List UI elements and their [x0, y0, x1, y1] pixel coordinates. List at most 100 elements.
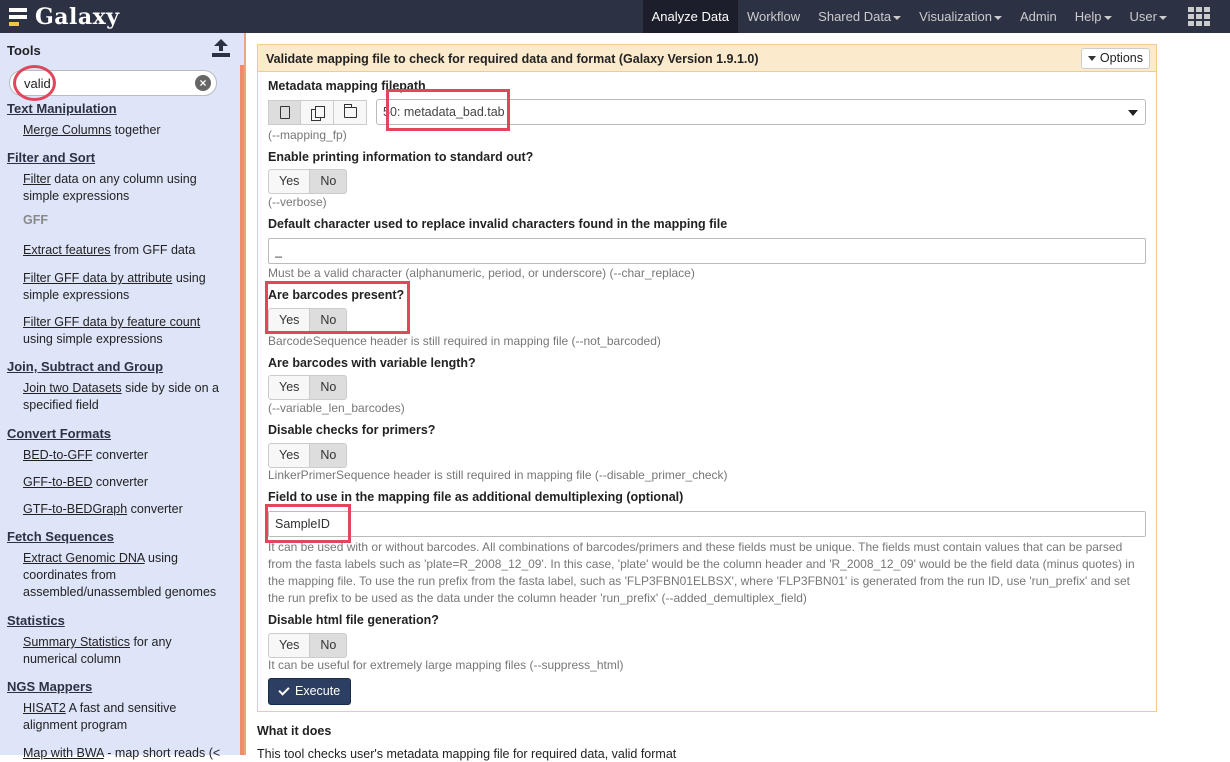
- upload-icon[interactable]: [211, 39, 231, 59]
- tool-join-two-datasets[interactable]: Join two Datasets side by side on a spec…: [23, 380, 223, 414]
- section-ngs-mappers[interactable]: NGS Mappers: [7, 679, 92, 694]
- demux-label: Field to use in the mapping file as addi…: [268, 490, 684, 504]
- search-highlight-circle: [13, 65, 56, 101]
- tool-summary-statistics[interactable]: Summary Statistics for any numerical col…: [23, 634, 193, 668]
- section-text-manipulation[interactable]: Text Manipulation: [7, 101, 117, 116]
- caret-down-icon: [893, 15, 902, 20]
- file-icon: [280, 106, 290, 119]
- nav-workflow[interactable]: Workflow: [738, 0, 809, 33]
- section-join-subtract-group[interactable]: Join, Subtract and Group: [7, 359, 163, 374]
- tool-panel-header: Tools: [0, 33, 244, 65]
- tool-link[interactable]: Filter GFF data by attribute: [23, 271, 172, 285]
- verbose-label: Enable printing information to standard …: [268, 150, 534, 164]
- execute-button[interactable]: Execute: [268, 678, 351, 705]
- verbose-toggle: Yes No: [268, 169, 348, 194]
- tool-filter-gff-attribute[interactable]: Filter GFF data by attribute using simpl…: [23, 270, 223, 304]
- nav-label: User: [1129, 9, 1157, 24]
- folder-icon: [343, 104, 357, 118]
- nav-label: Help: [1074, 9, 1102, 24]
- highlight-demux: [265, 504, 351, 543]
- tool-extract-genomic-dna[interactable]: Extract Genomic DNA using coordinates fr…: [23, 550, 223, 601]
- tool-link[interactable]: Extract features: [23, 243, 111, 257]
- tool-link[interactable]: Filter: [23, 172, 51, 186]
- what-it-does-text: This tool checks user's metadata mapping…: [257, 747, 677, 761]
- tool-filter[interactable]: Filter data on any column using simple e…: [23, 171, 223, 205]
- tool-link[interactable]: Extract Genomic DNA: [23, 551, 145, 565]
- tool-link[interactable]: Summary Statistics: [23, 635, 130, 649]
- nav-analyze-data[interactable]: Analyze Data: [642, 0, 738, 33]
- caret-down-icon: [1159, 15, 1167, 20]
- variable-len-yes-button[interactable]: Yes: [268, 375, 311, 400]
- tool-desc: - map short reads (<: [103, 746, 221, 760]
- multiple-datasets-button[interactable]: [301, 100, 334, 125]
- tool-filter-gff-feature-count[interactable]: Filter GFF data by feature count using s…: [23, 314, 223, 348]
- tool-link[interactable]: HISAT2: [23, 701, 66, 715]
- galaxy-brand[interactable]: Galaxy: [9, 4, 120, 30]
- html-label: Disable html file generation?: [268, 613, 439, 627]
- tool-link[interactable]: GFF-to-BED: [23, 475, 92, 489]
- demux-input[interactable]: [268, 511, 1146, 537]
- tool-gff-to-bed[interactable]: GFF-to-BED converter: [23, 474, 223, 491]
- tool-link[interactable]: Merge Columns: [23, 123, 111, 137]
- verbose-no-button[interactable]: No: [310, 169, 348, 194]
- options-button[interactable]: Options: [1080, 48, 1150, 69]
- tool-link[interactable]: BED-to-GFF: [23, 448, 92, 462]
- center-panel: Validate mapping file to check for requi…: [246, 33, 1230, 761]
- tool-form-header: Validate mapping file to check for requi…: [258, 45, 1156, 72]
- section-convert-formats[interactable]: Convert Formats: [7, 426, 111, 441]
- tool-panel-title: Tools: [7, 43, 41, 58]
- tool-gtf-to-bedgraph[interactable]: GTF-to-BEDGraph converter: [23, 501, 223, 518]
- nav-label: Admin: [1019, 9, 1057, 24]
- variable-len-no-button[interactable]: No: [310, 375, 348, 400]
- dataset-source-buttons: [268, 100, 367, 125]
- primers-toggle: Yes No: [268, 443, 348, 468]
- clear-icon[interactable]: ×: [195, 75, 211, 91]
- variable-len-toggle: Yes No: [268, 375, 348, 400]
- section-statistics[interactable]: Statistics: [7, 613, 65, 628]
- mapping-help: (--mapping_fp): [268, 128, 347, 142]
- char-replace-input[interactable]: [268, 238, 1146, 264]
- primers-yes-button[interactable]: Yes: [268, 443, 311, 468]
- tool-desc: converter: [92, 475, 149, 489]
- tool-label-gff: GFF: [23, 213, 48, 227]
- caret-down-icon: [1087, 56, 1096, 62]
- tool-desc: using simple expressions: [23, 332, 163, 346]
- tool-link[interactable]: Filter GFF data by feature count: [23, 315, 200, 329]
- single-dataset-button[interactable]: [268, 100, 301, 125]
- galaxy-logo-icon: [9, 6, 31, 28]
- check-icon: [278, 684, 290, 696]
- nav-apps[interactable]: [1176, 0, 1230, 33]
- primers-help: LinkerPrimerSequence header is still req…: [268, 468, 728, 482]
- tool-extract-features[interactable]: Extract features from GFF data: [23, 242, 223, 259]
- tool-link[interactable]: Join two Datasets: [23, 381, 122, 395]
- tool-link[interactable]: Map with BWA: [23, 746, 104, 760]
- primers-no-button[interactable]: No: [310, 443, 348, 468]
- nav-shared-data[interactable]: Shared Data: [809, 0, 910, 33]
- tool-desc: converter: [92, 448, 149, 462]
- section-filter-and-sort[interactable]: Filter and Sort: [7, 150, 95, 165]
- barcodes-help: BarcodeSequence header is still required…: [268, 334, 661, 348]
- tool-hisat2[interactable]: HISAT2 A fast and sensitive alignment pr…: [23, 700, 203, 734]
- variable-len-help: (--variable_len_barcodes): [268, 401, 405, 415]
- tool-link[interactable]: GTF-to-BEDGraph: [23, 502, 127, 516]
- tool-map-with-bwa[interactable]: Map with BWA - map short reads (<: [23, 745, 233, 762]
- html-toggle: Yes No: [268, 633, 348, 658]
- html-help: It can be useful for extremely large map…: [268, 658, 624, 672]
- tool-merge-columns[interactable]: Merge Columns together: [23, 122, 223, 139]
- tool-bed-to-gff[interactable]: BED-to-GFF converter: [23, 447, 223, 464]
- nav-help[interactable]: Help: [1066, 0, 1121, 33]
- dataset-collection-button[interactable]: [334, 100, 367, 125]
- nav-user[interactable]: User: [1121, 0, 1176, 33]
- html-yes-button[interactable]: Yes: [268, 633, 311, 658]
- nav-visualization[interactable]: Visualization: [910, 0, 1011, 33]
- what-it-does-title: What it does: [257, 724, 332, 738]
- verbose-yes-button[interactable]: Yes: [268, 169, 311, 194]
- variable-len-label: Are barcodes with variable length?: [268, 356, 476, 370]
- section-fetch-sequences[interactable]: Fetch Sequences: [7, 529, 114, 544]
- nav-menu: Analyze Data Workflow Shared Data Visual…: [642, 0, 1230, 33]
- highlight-mapping-select: [386, 89, 510, 131]
- nav-admin[interactable]: Admin: [1011, 0, 1066, 33]
- html-no-button[interactable]: No: [310, 633, 348, 658]
- tool-desc: converter: [127, 502, 183, 516]
- caret-down-icon: [993, 15, 1002, 20]
